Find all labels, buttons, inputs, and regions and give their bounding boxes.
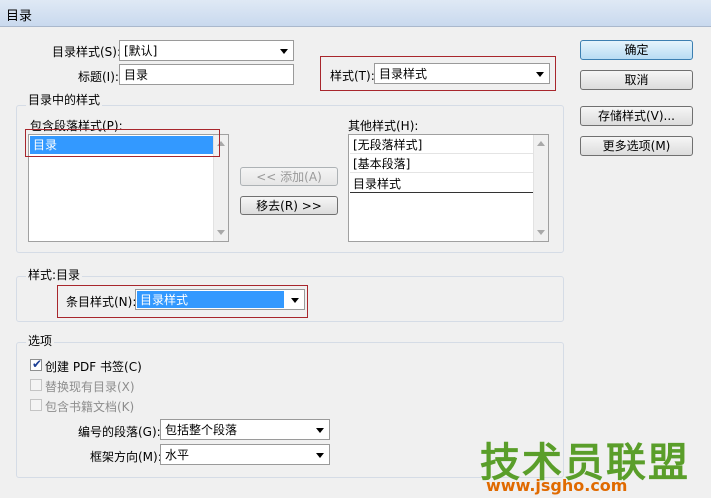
options-title: 选项 xyxy=(26,332,55,349)
scroll-down-icon[interactable] xyxy=(537,230,545,235)
create-pdf-checkbox[interactable]: ✔ xyxy=(30,357,43,371)
replace-toc-label: 替换现有目录(X) xyxy=(45,380,135,394)
toc-style-label: 目录样式(S): xyxy=(52,45,122,59)
cancel-button[interactable]: 取消 xyxy=(580,70,693,90)
style-section-title: 样式:目录 xyxy=(26,266,83,283)
other-styles-label: 其他样式(H): xyxy=(348,119,419,133)
toc-style-value: [默认] xyxy=(124,44,158,58)
remove-button[interactable]: 移去(R) >> xyxy=(240,196,338,215)
entry-style-label: 条目样式(N): xyxy=(66,295,137,309)
chevron-down-icon xyxy=(536,72,544,77)
entry-style-select[interactable]: 目录样式 xyxy=(135,289,305,310)
scroll-up-icon[interactable] xyxy=(537,141,545,146)
list-item[interactable]: [基本段落] xyxy=(350,155,533,173)
title-input[interactable]: 目录 xyxy=(119,64,294,85)
replace-toc-checkbox[interactable] xyxy=(30,379,42,391)
create-pdf-label: 创建 PDF 书签(C) xyxy=(45,360,142,374)
entry-style-value: 目录样式 xyxy=(140,293,189,307)
watermark-url: www.jsgho.com xyxy=(486,476,628,495)
chevron-down-icon xyxy=(291,298,299,303)
scrollbar[interactable] xyxy=(533,135,548,241)
style-select[interactable]: 目录样式 xyxy=(374,63,550,84)
other-styles-list[interactable]: [无段落样式] [基本段落] 目录样式 xyxy=(348,134,549,242)
frame-direction-label: 框架方向(M): xyxy=(90,450,162,464)
include-book-checkbox[interactable] xyxy=(30,399,42,411)
chevron-down-icon xyxy=(280,49,288,54)
frame-direction-select[interactable]: 水平 xyxy=(160,444,330,465)
list-item[interactable]: 目录样式 xyxy=(350,175,533,193)
highlight-box xyxy=(25,129,220,157)
more-options-button[interactable]: 更多选项(M) xyxy=(580,136,693,156)
numbered-para-select[interactable]: 包括整个段落 xyxy=(160,419,330,440)
title-label: 标题(I): xyxy=(78,70,119,84)
ok-button[interactable]: 确定 xyxy=(580,40,693,60)
numbered-para-label: 编号的段落(G): xyxy=(78,425,161,439)
list-item[interactable]: [无段落样式] xyxy=(350,136,533,154)
save-style-button[interactable]: 存储样式(V)... xyxy=(580,106,693,126)
styles-group-title: 目录中的样式 xyxy=(26,91,103,108)
scroll-down-icon[interactable] xyxy=(217,230,225,235)
title-bar: 目录 xyxy=(0,0,711,27)
include-book-label: 包含书籍文档(K) xyxy=(45,400,135,414)
chevron-down-icon xyxy=(316,428,324,433)
checkmark-icon: ✔ xyxy=(32,357,43,371)
frame-direction-value: 水平 xyxy=(165,448,190,462)
toc-style-select[interactable]: [默认] xyxy=(119,40,294,61)
chevron-down-icon xyxy=(316,453,324,458)
style-value: 目录样式 xyxy=(379,67,428,81)
add-button[interactable]: << 添加(A) xyxy=(240,167,338,186)
numbered-para-value: 包括整个段落 xyxy=(165,423,238,437)
style-label: 样式(T): xyxy=(330,69,375,83)
window-title: 目录 xyxy=(6,9,33,24)
